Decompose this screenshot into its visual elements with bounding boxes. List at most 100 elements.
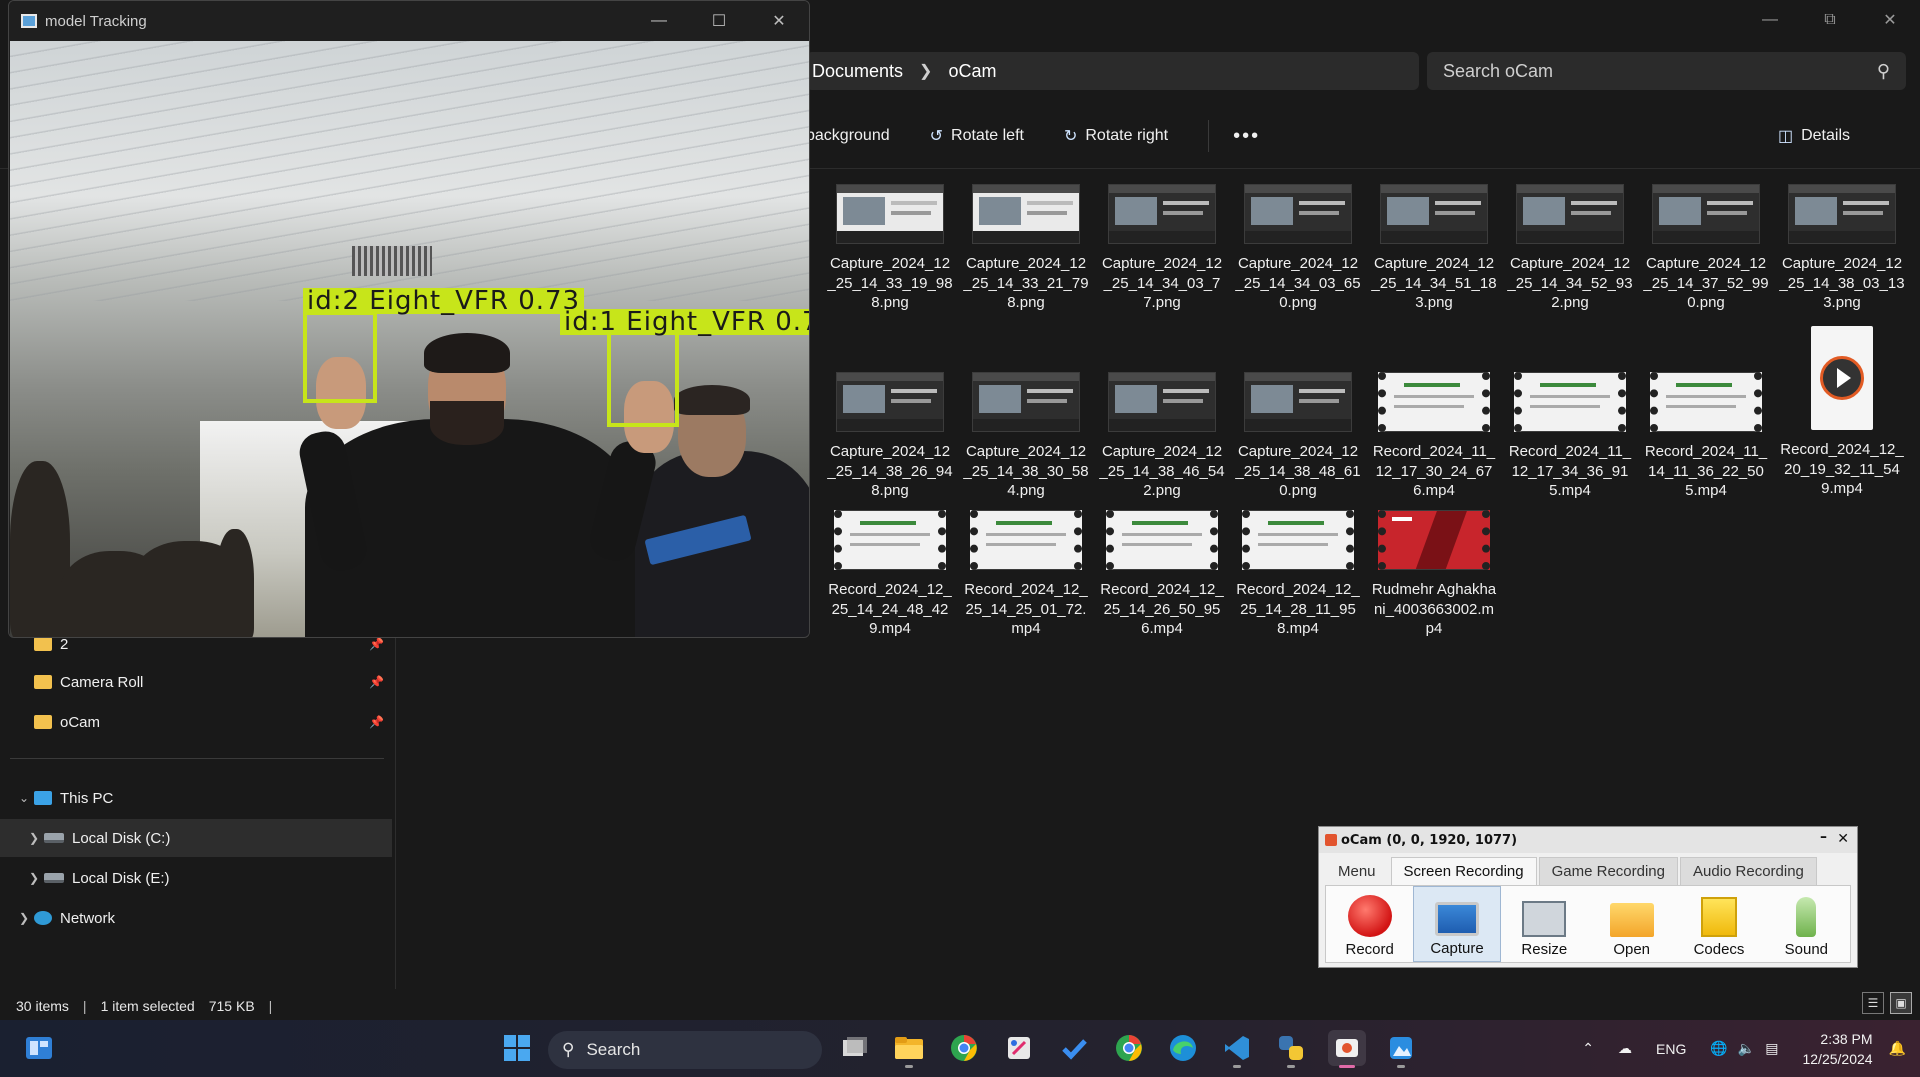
snipping-tool-icon[interactable] (1000, 1030, 1038, 1066)
file-item[interactable]: Record_2024_12_25_14_28_11_958.mp4 (1234, 504, 1362, 639)
window-controls: — ⧉ ✕ (1740, 0, 1920, 40)
edge-icon[interactable] (1164, 1030, 1202, 1066)
network-icon[interactable]: 🌐 (1710, 1040, 1727, 1057)
file-item[interactable]: Capture_2024_12_25_14_38_26_948.png (826, 366, 954, 501)
nav-item-label: oCam (60, 713, 101, 731)
todo-icon[interactable] (1055, 1030, 1093, 1066)
maximize-button[interactable]: ☐ (689, 1, 749, 41)
file-item[interactable]: Capture_2024_12_25_14_37_52_990.png (1642, 178, 1770, 313)
open-button[interactable]: Open (1588, 886, 1675, 962)
breadcrumb-documents[interactable]: Documents (812, 61, 903, 82)
nav-item-local-disk-e[interactable]: ❯ Local Disk (E:) (0, 859, 392, 897)
nav-item-this-pc[interactable]: ⌄ This PC (0, 779, 392, 817)
nav-item-network[interactable]: ❯ Network (0, 899, 392, 937)
taskbar-search-input[interactable]: ⚲ Search (548, 1031, 822, 1069)
file-item[interactable]: Capture_2024_12_25_14_38_48_610.png (1234, 366, 1362, 501)
chevron-right-icon[interactable]: ❯ (24, 831, 44, 845)
tab-game-recording[interactable]: Game Recording (1538, 857, 1678, 885)
minimize-button[interactable]: – (1820, 829, 1827, 845)
file-item[interactable]: Record_2024_11_12_17_34_36_915.mp4 (1506, 366, 1634, 501)
codecs-button[interactable]: Codecs (1675, 886, 1762, 962)
file-thumbnail (836, 372, 944, 432)
sound-button[interactable]: Sound (1763, 886, 1850, 962)
chevron-right-icon[interactable]: ❯ (14, 911, 34, 925)
title-bar[interactable]: model Tracking — ☐ ✕ (9, 1, 809, 41)
chrome-icon[interactable] (1110, 1030, 1148, 1066)
ocam-toolbar: Record Capture Resize Open Codecs Sound (1325, 885, 1851, 963)
python-icon[interactable] (1272, 1030, 1310, 1068)
widgets-icon[interactable] (20, 1030, 58, 1066)
file-item[interactable]: Record_2024_12_25_14_26_50_956.mp4 (1098, 504, 1226, 639)
ocam-title-bar[interactable]: oCam (0, 0, 1920, 1077) – ✕ (1319, 827, 1857, 853)
tab-menu[interactable]: Menu (1325, 857, 1389, 885)
nav-item-camera-roll[interactable]: Camera Roll 📌 (0, 663, 392, 701)
file-item[interactable]: Capture_2024_12_25_14_38_30_584.png (962, 366, 1090, 501)
record-button[interactable]: Record (1326, 886, 1413, 962)
file-item[interactable]: Record_2024_12_20_19_32_11_549.mp4 (1778, 326, 1906, 499)
rotate-left-button[interactable]: ↺ Rotate left (930, 126, 1024, 146)
photos-icon[interactable] (1382, 1030, 1420, 1068)
onedrive-icon[interactable]: ☁ (1618, 1040, 1632, 1057)
file-item[interactable]: Record_2024_11_14_11_36_22_505.mp4 (1642, 366, 1770, 501)
minimize-button[interactable]: — (629, 1, 689, 41)
start-icon[interactable] (498, 1030, 536, 1066)
chevron-up-icon[interactable]: ⌃ (1582, 1040, 1594, 1057)
file-item[interactable]: Capture_2024_12_25_14_34_51_183.png (1370, 178, 1498, 313)
file-item[interactable]: Capture_2024_12_25_14_34_03_650.png (1234, 178, 1362, 313)
close-button[interactable]: ✕ (749, 1, 809, 41)
file-explorer-icon[interactable] (890, 1030, 928, 1068)
more-options-button[interactable]: ••• (1233, 125, 1260, 148)
ocam-icon[interactable] (1328, 1030, 1366, 1068)
task-view-icon[interactable] (836, 1030, 874, 1066)
resize-button[interactable]: Resize (1501, 886, 1588, 962)
pin-icon: 📌 (369, 715, 384, 729)
nav-item-label: Local Disk (C:) (72, 829, 171, 847)
set-background-button[interactable]: background (806, 127, 890, 145)
folder-icon (34, 675, 52, 689)
details-view-icon[interactable]: ☰ (1862, 992, 1884, 1014)
rotate-right-button[interactable]: ↻ Rotate right (1064, 126, 1168, 146)
battery-icon[interactable]: ▤ (1765, 1040, 1778, 1057)
ceiling-vent (352, 246, 432, 276)
volume-icon[interactable]: 🔈 (1738, 1040, 1755, 1057)
clock[interactable]: 2:38 PM 12/25/2024 (1802, 1029, 1872, 1069)
file-item[interactable]: Capture_2024_12_25_14_33_19_988.png (826, 178, 954, 313)
large-icons-view-icon[interactable]: ▣ (1890, 992, 1912, 1014)
record-icon (1347, 895, 1392, 937)
file-item[interactable]: Capture_2024_12_25_14_33_21_798.png (962, 178, 1090, 313)
breadcrumb-ocam[interactable]: oCam (948, 61, 996, 82)
restore-button[interactable]: ⧉ (1800, 0, 1860, 40)
chrome-icon[interactable] (945, 1030, 983, 1066)
address-bar[interactable]: Documents ❯ oCam (806, 52, 1419, 90)
file-item[interactable]: Record_2024_11_12_17_30_24_676.mp4 (1370, 366, 1498, 501)
file-name: Capture_2024_12_25_14_34_51_183.png (1371, 255, 1497, 311)
resize-label: Resize (1521, 941, 1568, 958)
nav-item-ocam[interactable]: oCam 📌 (0, 703, 392, 741)
vscode-icon[interactable] (1218, 1030, 1256, 1068)
close-button[interactable]: ✕ (1860, 0, 1920, 40)
file-item[interactable]: Record_2024_12_25_14_24_48_429.mp4 (826, 504, 954, 639)
file-thumbnail (1516, 184, 1624, 244)
file-thumbnail (1244, 372, 1352, 432)
search-input[interactable]: Search oCam ⚲ (1427, 52, 1906, 90)
clock-time: 2:38 PM (1820, 1030, 1873, 1047)
file-item[interactable]: Rudmehr Aghakhani_4003663002.mp4 (1370, 504, 1498, 639)
capture-button[interactable]: Capture (1413, 886, 1501, 962)
tab-audio-recording[interactable]: Audio Recording (1680, 857, 1817, 885)
close-button[interactable]: ✕ (1837, 831, 1849, 847)
notification-icon[interactable]: 🔔 (1889, 1040, 1906, 1057)
details-button[interactable]: ◫ Details (1778, 126, 1850, 146)
tab-screen-recording[interactable]: Screen Recording (1390, 857, 1537, 885)
chevron-down-icon[interactable]: ⌄ (14, 791, 34, 805)
minimize-button[interactable]: — (1740, 0, 1800, 40)
chevron-right-icon[interactable]: ❯ (24, 871, 44, 885)
nav-item-local-disk-c[interactable]: ❯ Local Disk (C:) (0, 819, 392, 857)
nav-item-label: Network (60, 909, 116, 927)
file-item[interactable]: Capture_2024_12_25_14_34_52_932.png (1506, 178, 1634, 313)
file-item[interactable]: Capture_2024_12_25_14_38_03_133.png (1778, 178, 1906, 313)
file-item[interactable]: Capture_2024_12_25_14_34_03_77.png (1098, 178, 1226, 313)
pin-icon: 📌 (369, 675, 384, 689)
file-item[interactable]: Capture_2024_12_25_14_38_46_542.png (1098, 366, 1226, 501)
file-item[interactable]: Record_2024_12_25_14_25_01_72.mp4 (962, 504, 1090, 639)
language-indicator[interactable]: ENG (1656, 1041, 1686, 1057)
